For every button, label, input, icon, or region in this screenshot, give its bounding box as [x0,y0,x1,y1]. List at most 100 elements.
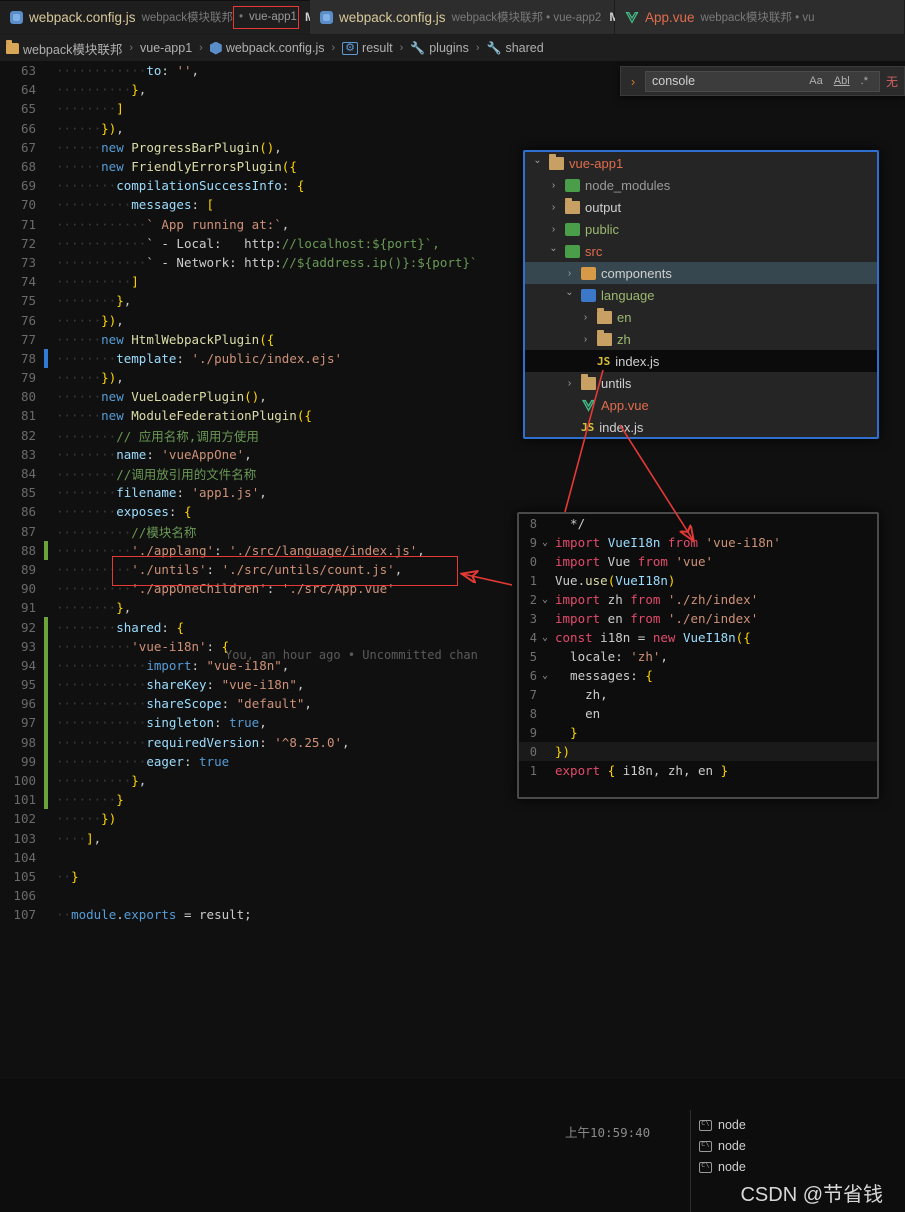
preview-code-line[interactable]: 4 ⌄ const i18n = new VueI18n({ [519,628,877,647]
file-tree-item-node_modules[interactable]: node_modules [525,174,877,196]
tab-app-vue[interactable]: App.vue webpack模块联邦 • vu [615,0,905,34]
line-number: 103 [13,830,36,846]
code-line[interactable]: 104 [0,848,905,867]
tab-webpack-config-vue-app1[interactable]: webpack.config.js webpack模块联邦 • vue-app1… [0,0,340,34]
preview-code-line[interactable]: 9 } [519,723,877,742]
terminal-tab[interactable]: node [699,1139,905,1153]
line-number: 102 [13,811,36,827]
chevron-down-icon[interactable]: ⌄ [537,670,553,681]
preview-code-line[interactable]: 0}) [519,742,877,761]
code-preview-popup[interactable]: 8 */9 ⌄ import VueI18n from 'vue-i18n' 0 imp… [517,512,879,799]
line-number: 91 [20,600,36,616]
tab-label: webpack.config.js [29,9,136,25]
preview-code-line[interactable]: 3 import en from './en/index' [519,609,877,628]
breadcrumb-label: vue-app1 [140,41,193,55]
line-number: 66 [20,120,36,136]
file-tree-item-en[interactable]: en [525,306,877,328]
code-line[interactable]: 107 ··module.exports = result; [0,905,905,924]
preview-code-line[interactable]: 0 import Vue from 'vue' [519,552,877,571]
preview-code-line[interactable]: 2 ⌄ import zh from './zh/index' [519,590,877,609]
file-tree-item-public[interactable]: public [525,218,877,240]
chevron-down-icon[interactable] [547,246,560,257]
tab-webpack-config-vue-app2[interactable]: webpack.config.js webpack模块联邦 • vue-app2… [310,0,619,34]
file-tree-item-untils[interactable]: untils [525,372,877,394]
file-tree-item-index-js[interactable]: JS index.js [525,416,877,437]
chevron-right-icon[interactable] [563,268,576,279]
code-text: ········shared: { [56,619,184,635]
file-tree-item-zh[interactable]: zh [525,328,877,350]
breadcrumb-item-project[interactable]: webpack模块联邦 [6,39,122,58]
preview-code-line[interactable]: 1 export { i18n, zh, en } [519,761,877,780]
object-icon: ⚙ [342,41,359,55]
code-text: ············shareScope: "default", [56,696,312,712]
chevron-right-icon[interactable] [547,202,560,213]
chevron-down-icon[interactable]: ⌄ [537,537,553,548]
breadcrumb-label: webpack模块联邦 [23,42,123,57]
chevron-down-icon[interactable] [531,158,544,169]
code-text: ······new FriendlyErrorsPlugin({ [56,159,297,175]
chevron-down-icon[interactable] [563,290,576,301]
code-text: */ [555,516,586,531]
preview-code-line[interactable]: 9 ⌄ import VueI18n from 'vue-i18n' [519,533,877,552]
line-number: 84 [20,466,36,482]
chevron-down-icon[interactable]: ⌄ [537,594,553,605]
preview-code-line[interactable]: 6 ⌄ messages: { [519,666,877,685]
line-number: 95 [20,677,36,693]
file-tree-item-vue-app1[interactable]: vue-app1 [525,152,877,174]
search-input[interactable]: console Aa Abl .* [645,70,880,92]
regex-icon[interactable]: .* [859,74,870,88]
line-number: 9 [529,535,537,550]
terminal-tab[interactable]: node [699,1118,905,1132]
code-line[interactable]: 102 ······}) [0,809,905,828]
code-line[interactable]: 85 ········filename: 'app1.js', [0,483,905,502]
chevron-right-icon[interactable]: › [627,74,639,89]
js-file-icon [209,41,222,55]
code-line[interactable]: 106 [0,886,905,905]
chevron-right-icon[interactable] [579,312,592,323]
file-tree-item-App-vue[interactable]: App.vue [525,394,877,416]
js-file-icon [10,10,23,24]
code-text: ··········}, [56,773,147,789]
preview-code-line[interactable]: 7 zh, [519,685,877,704]
chevron-right-icon[interactable] [547,180,560,191]
preview-code-line[interactable]: 1 Vue.use(VueI18n) [519,571,877,590]
file-tree-item-components[interactable]: components [525,262,877,284]
terminal-tab[interactable]: node [699,1160,905,1174]
file-explorer-popup[interactable]: vue-app1 node_modulesoutput public src compo… [523,150,879,439]
file-tree-item-index-js[interactable]: JS index.js [525,350,877,372]
code-line[interactable]: 65 ········] [0,99,905,118]
match-case-icon[interactable]: Aa [807,74,824,88]
chevron-down-icon[interactable]: ⌄ [537,632,553,643]
chevron-right-icon: › [399,42,404,54]
code-text: ··········'./appOneChildren': './src/App… [56,581,395,597]
vue-file-icon [581,399,596,412]
whole-word-icon[interactable]: Abl [832,74,852,88]
line-number: 72 [20,235,36,251]
code-line[interactable]: 105 ··} [0,867,905,886]
file-tree-item-output[interactable]: output [525,196,877,218]
breadcrumb-item-plugins[interactable]: 🔧 plugins [410,41,469,55]
breadcrumb-item-file[interactable]: webpack.config.js [209,41,324,55]
preview-code-line[interactable]: 5 locale: 'zh', [519,647,877,666]
file-tree-item-src[interactable]: src [525,240,877,262]
code-line[interactable]: 83 ········name: 'vueAppOne', [0,445,905,464]
breadcrumb-item-app[interactable]: vue-app1 [140,41,192,55]
code-line[interactable]: 66 ······}), [0,119,905,138]
code-text: ······}), [56,370,124,386]
code-line[interactable]: 84 ········//调用放引用的文件名称 [0,464,905,483]
line-number: 107 [13,907,36,923]
line-number: 94 [20,657,36,673]
code-text: ············requiredVersion: '^8.25.0', [56,734,350,750]
preview-code-line[interactable]: 8 en [519,704,877,723]
chevron-right-icon[interactable] [563,378,576,389]
preview-code-line[interactable]: 8 */ [519,514,877,533]
chevron-right-icon[interactable] [547,224,560,235]
code-line[interactable]: 103 ····], [0,829,905,848]
code-text: ······new VueLoaderPlugin(), [56,389,267,405]
chevron-right-icon: › [331,42,336,54]
find-widget[interactable]: › console Aa Abl .* 无 [620,66,905,96]
chevron-right-icon[interactable] [579,334,592,345]
file-tree-item-language[interactable]: language [525,284,877,306]
breadcrumb-item-result[interactable]: ⚙ result [342,41,393,55]
breadcrumb-item-shared[interactable]: 🔧 shared [487,41,544,55]
